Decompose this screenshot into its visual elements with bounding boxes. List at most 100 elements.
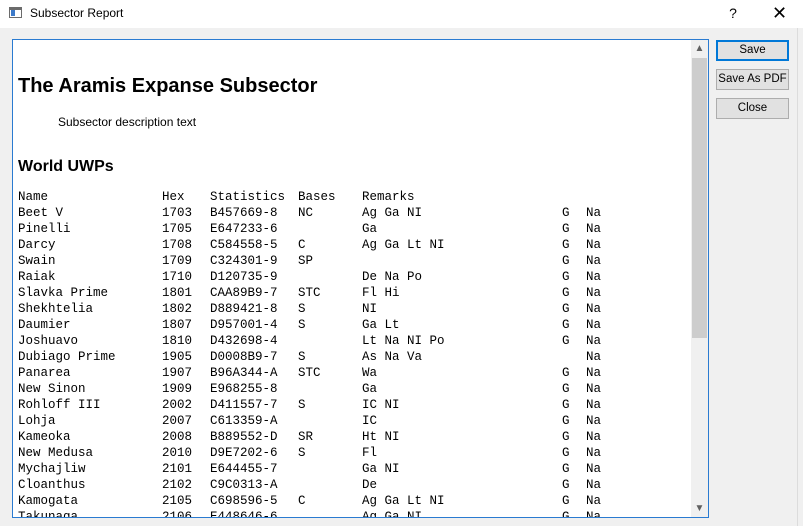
world-statistics: E968255-8 [210,382,278,396]
world-name: Slavka Prime [18,286,109,300]
world-statistics: D9E7202-6 [210,446,278,460]
world-allegiance: Na [586,270,602,284]
world-allegiance: Na [586,366,602,380]
close-window-icon[interactable]: ✕ [756,0,803,28]
world-gas-giant: G [562,462,570,476]
world-statistics: E448646-6 [210,510,278,517]
world-remarks: As Na Va [362,350,423,364]
save-as-pdf-button[interactable]: Save As PDF [716,69,789,90]
world-statistics: D120735-9 [210,270,278,284]
world-hex: 1909 [162,382,193,396]
column-header-name: Name [18,190,49,204]
world-statistics: B96A344-A [210,366,278,380]
world-hex: 1705 [162,222,193,236]
world-gas-giant: G [562,366,570,380]
world-bases: STC [298,286,321,300]
world-bases: SR [298,430,314,444]
world-name: Darcy [18,238,56,252]
world-name: Cloanthus [18,478,86,492]
world-name: New Medusa [18,446,94,460]
report-document-view[interactable]: The Aramis Expanse Subsector Subsector d… [12,39,709,518]
world-allegiance: Na [586,510,602,517]
world-statistics: CAA89B9-7 [210,286,278,300]
save-button[interactable]: Save [716,40,789,61]
title-bar: Subsector Report ? ✕ [0,0,803,28]
world-allegiance: Na [586,478,602,492]
help-button[interactable]: ? [718,0,748,28]
column-header-remarks: Remarks [362,190,415,204]
world-hex: 1709 [162,254,193,268]
world-hex: 2008 [162,430,193,444]
world-gas-giant: G [562,286,570,300]
world-hex: 2101 [162,462,193,476]
world-allegiance: Na [586,494,602,508]
world-gas-giant: G [562,430,570,444]
world-allegiance: Na [586,414,602,428]
world-allegiance: Na [586,462,602,476]
world-remarks: Wa [362,366,378,380]
world-gas-giant: G [562,254,570,268]
world-name: Lohja [18,414,56,428]
column-header-statistics: Statistics [210,190,286,204]
world-gas-giant: G [562,382,570,396]
world-statistics: C584558-5 [210,238,278,252]
world-gas-giant: G [562,206,570,220]
world-remarks: Lt Na NI Po [362,334,445,348]
subsector-description: Subsector description text [58,115,197,129]
world-allegiance: Na [586,222,602,236]
world-hex: 1905 [162,350,193,364]
world-gas-giant: G [562,398,570,412]
world-hex: 1907 [162,366,193,380]
app-window-icon [9,7,22,18]
world-statistics: E644455-7 [210,462,278,476]
world-gas-giant: G [562,222,570,236]
world-statistics: B889552-D [210,430,278,444]
world-name: New Sinon [18,382,86,396]
world-name: Rohloff III [18,398,101,412]
world-bases: S [298,350,306,364]
world-gas-giant: G [562,510,570,517]
window-title: Subsector Report [30,6,124,20]
world-statistics: E647233-6 [210,222,278,236]
world-hex: 2002 [162,398,193,412]
world-bases: S [298,446,306,460]
world-name: Kameoka [18,430,71,444]
world-allegiance: Na [586,206,602,220]
column-header-bases: Bases [298,190,336,204]
world-remarks: Ga [362,382,378,396]
world-gas-giant: G [562,238,570,252]
report-title: The Aramis Expanse Subsector [18,75,318,97]
world-gas-giant: G [562,478,570,492]
world-hex: 2102 [162,478,193,492]
world-remarks: Ga Lt [362,318,400,332]
world-allegiance: Na [586,238,602,252]
world-statistics: C613359-A [210,414,278,428]
world-statistics: D889421-8 [210,302,278,316]
scrollbar-thumb[interactable] [692,58,707,338]
world-hex: 1802 [162,302,193,316]
scroll-up-arrow-icon[interactable]: ▲ [691,40,708,57]
world-hex: 1810 [162,334,193,348]
world-gas-giant: G [562,414,570,428]
world-gas-giant: G [562,302,570,316]
world-hex: 1708 [162,238,193,252]
background-window-edge [797,28,803,526]
close-button[interactable]: Close [716,98,789,119]
world-name: Joshuavo [18,334,79,348]
world-allegiance: Na [586,318,602,332]
world-remarks: De [362,478,378,492]
world-bases: S [298,398,306,412]
world-remarks: NI [362,302,378,316]
world-statistics: C9C0313-A [210,478,278,492]
vertical-scrollbar[interactable]: ▲ ▼ [691,40,708,517]
world-name: Raiak [18,270,56,284]
world-allegiance: Na [586,254,602,268]
world-bases: SP [298,254,314,268]
world-remarks: Ag Ga Lt NI [362,494,445,508]
column-header-hex: Hex [162,190,185,204]
scroll-down-arrow-icon[interactable]: ▼ [691,500,708,517]
world-hex: 1807 [162,318,193,332]
world-remarks: Fl [362,446,378,460]
world-hex: 2105 [162,494,193,508]
world-bases: S [298,318,306,332]
